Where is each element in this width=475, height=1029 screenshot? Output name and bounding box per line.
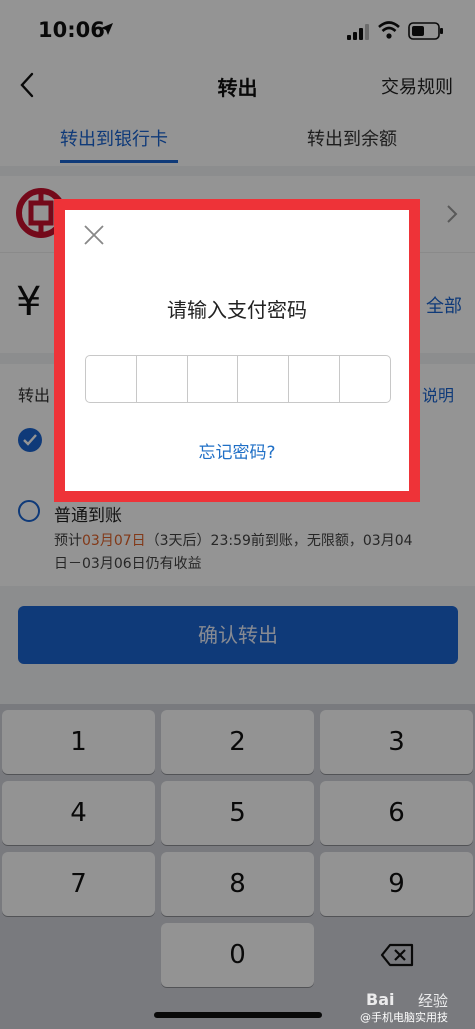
watermark-author: @手机电脑实用技 — [360, 1011, 448, 1024]
watermark-sub: 经验 — [418, 992, 449, 1010]
forgot-password-link[interactable]: 忘记密码? — [65, 438, 409, 463]
pin-digit-6[interactable] — [340, 356, 390, 402]
pin-digit-1[interactable] — [86, 356, 137, 402]
password-input[interactable] — [85, 355, 391, 403]
close-icon[interactable] — [83, 224, 105, 246]
pin-digit-4[interactable] — [238, 356, 290, 402]
payment-password-dialog: 请输入支付密码 忘记密码? — [54, 199, 420, 502]
pin-digit-5[interactable] — [289, 356, 341, 402]
modal-backdrop — [0, 0, 475, 1029]
watermark: Bai 经验 @手机电脑实用技 — [360, 990, 475, 1028]
pin-digit-3[interactable] — [188, 356, 239, 402]
dialog-title: 请输入支付密码 — [167, 298, 307, 322]
pin-digit-2[interactable] — [137, 356, 188, 402]
watermark-brand: Bai — [366, 990, 395, 1009]
